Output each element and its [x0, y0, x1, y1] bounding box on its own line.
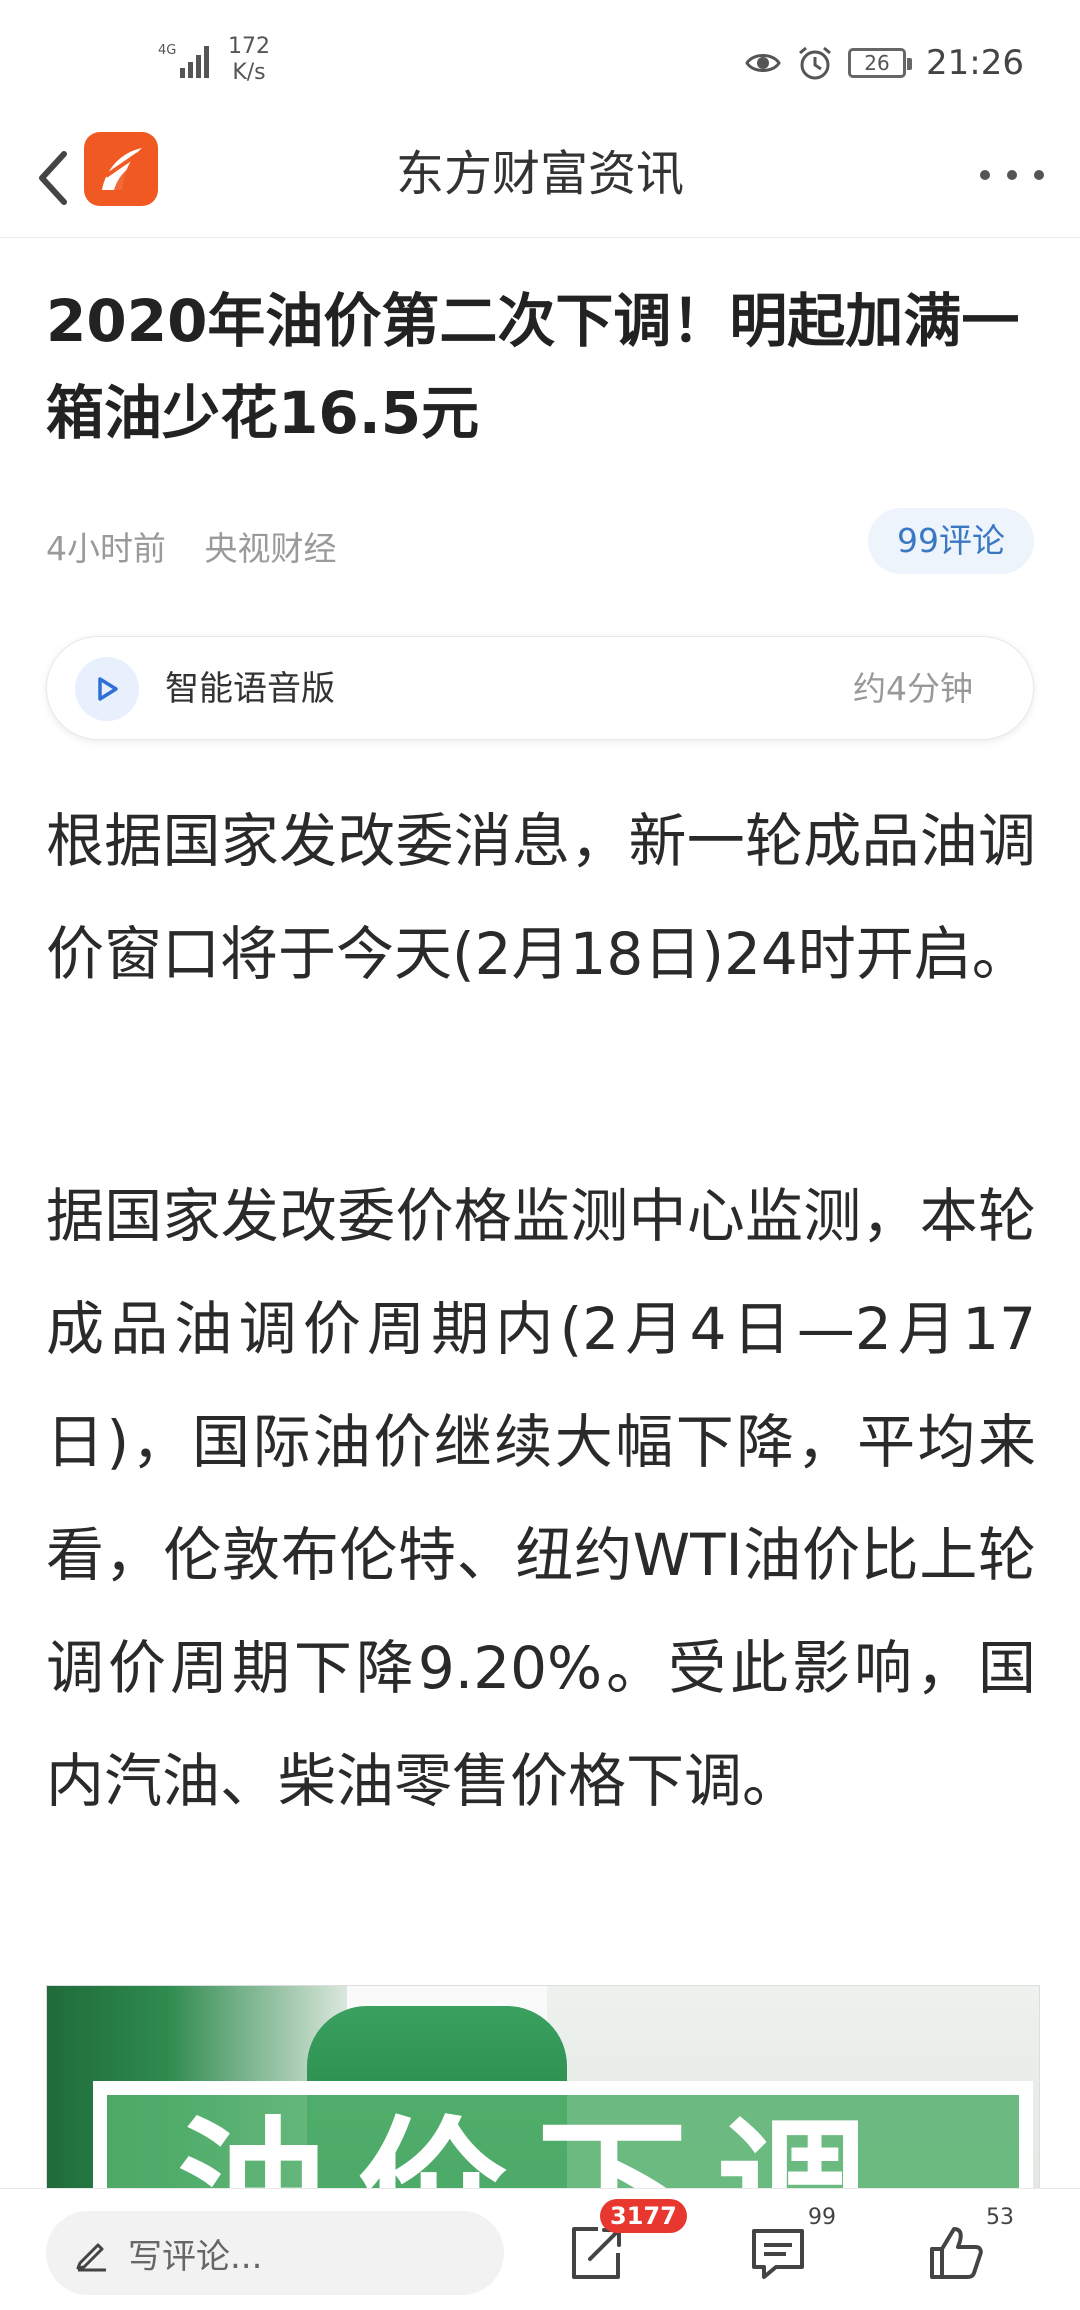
comment-count: 99	[808, 2205, 836, 2230]
article-meta: 4小时前 央视财经	[46, 522, 365, 570]
page-title: 东方财富资讯	[395, 146, 684, 202]
voice-label: 智能语音版	[165, 669, 335, 709]
comment-icon	[752, 2229, 804, 2279]
share-count-badge: 3177	[600, 2199, 687, 2233]
status-bar: 4G 172 K/s 26 21:26	[0, 0, 1080, 120]
like-count: 53	[986, 2205, 1014, 2230]
share-button[interactable]: 3177	[556, 2199, 687, 2295]
signal-icon: 4G	[158, 43, 209, 78]
comment-count-button[interactable]: 99评论	[868, 508, 1034, 574]
more-options-button[interactable]	[980, 150, 1044, 200]
network-speed: 172 K/s	[228, 34, 270, 86]
article-paragraph: 据国家发改委价格监测中心监测，本轮成品油调价周期内(2月4日—2月17日)，国际…	[46, 1182, 1036, 1815]
alarm-icon	[799, 46, 831, 80]
speed-unit: K/s	[232, 60, 266, 85]
article-title: 2020年油价第二次下调！明起加满一箱油少花16.5元	[46, 287, 1020, 447]
nav-bar: 东方财富资讯	[0, 120, 1080, 238]
speed-value: 172	[228, 34, 270, 59]
pencil-icon	[76, 2243, 106, 2272]
thumbs-up-icon	[930, 2227, 983, 2279]
play-button[interactable]	[75, 657, 139, 721]
voice-duration: 约4分钟	[853, 669, 973, 708]
eye-icon	[745, 54, 781, 72]
like-button[interactable]: 53	[916, 2205, 1014, 2295]
comment-input[interactable]: 写评论...	[46, 2211, 504, 2295]
comments-button[interactable]: 99	[738, 2205, 836, 2295]
battery-indicator: 26	[848, 48, 913, 78]
publish-time: 4小时前	[46, 529, 166, 568]
article-source[interactable]: 央视财经	[205, 529, 337, 568]
comment-placeholder: 写评论...	[128, 2236, 263, 2277]
play-icon	[98, 677, 118, 701]
article-paragraph: 根据国家发改委消息，新一轮成品油调价窗口将于今天(2月18日)24时开启。	[46, 807, 1036, 988]
voice-playback-card[interactable]: 智能语音版 约4分钟	[46, 636, 1034, 740]
more-dots-icon	[980, 170, 990, 180]
clock: 21:26	[926, 43, 1024, 83]
network-type: 4G	[158, 43, 176, 58]
article-image[interactable]: 油价下调	[46, 1985, 1040, 2205]
bottom-toolbar: 写评论... 3177 99 53	[0, 2188, 1080, 2310]
